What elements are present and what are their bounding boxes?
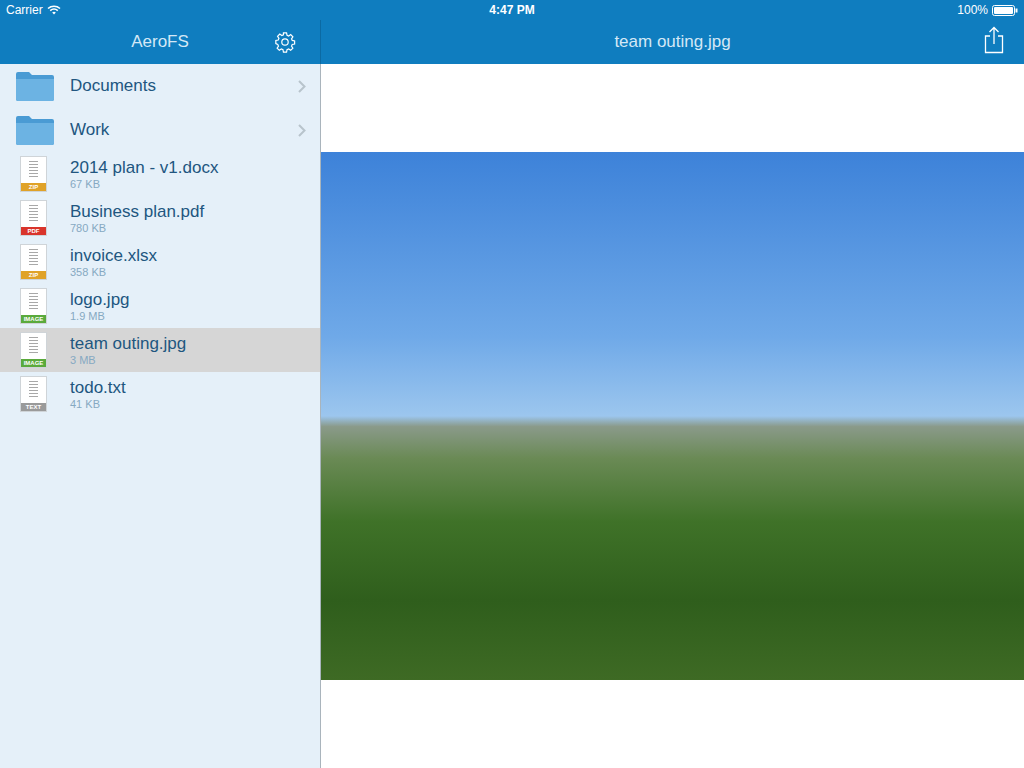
share-icon[interactable] [984,26,1004,54]
file-icon: IMAGE [20,288,47,324]
file-size: 41 KB [70,398,306,411]
file-name: logo.jpg [70,290,306,310]
viewer-title: team outing.jpg [614,32,730,52]
file-type-badge: IMAGE [21,315,46,323]
app-title: AeroFS [131,32,189,52]
sidebar-header: AeroFS [0,20,321,64]
file-size: 358 KB [70,266,306,279]
folder-icon [15,70,55,102]
file-row[interactable]: PDF Business plan.pdf780 KB [0,196,320,240]
nav-bar: AeroFS team outing.jpg [0,20,1024,64]
wifi-icon [47,5,61,15]
viewer-header: team outing.jpg [321,20,1024,64]
chevron-icon [298,80,306,93]
file-size: 67 KB [70,178,306,191]
file-list: Documents Work ZIP 2014 plan - v1.docx67 KB… [0,64,321,768]
file-type-badge: ZIP [21,271,46,279]
file-row[interactable]: Documents [0,64,320,108]
file-icon: PDF [20,200,47,236]
file-row[interactable]: TEXT todo.txt41 KB [0,372,320,416]
file-name: Work [70,120,292,140]
file-icon: ZIP [20,156,47,192]
file-type-badge: PDF [21,227,46,235]
file-type-badge: TEXT [21,403,46,411]
file-size: 1.9 MB [70,310,306,323]
battery-icon [992,5,1018,16]
image-viewer [321,64,1024,768]
file-name: 2014 plan - v1.docx [70,158,306,178]
file-row[interactable]: IMAGE logo.jpg1.9 MB [0,284,320,328]
clock: 4:47 PM [489,3,534,17]
file-type-badge: ZIP [21,183,46,191]
gear-icon[interactable] [274,31,296,53]
main: Documents Work ZIP 2014 plan - v1.docx67 KB… [0,64,1024,768]
file-name: invoice.xlsx [70,246,306,266]
battery-label: 100% [957,3,988,17]
file-name: todo.txt [70,378,306,398]
file-row[interactable]: ZIP invoice.xlsx358 KB [0,240,320,284]
app: Carrier4:47 PM100%AeroFSteam outing.jpgD… [0,0,1024,768]
file-size: 780 KB [70,222,306,235]
chevron-icon [298,124,306,137]
file-row[interactable]: Work [0,108,320,152]
carrier-label: Carrier [6,3,43,17]
file-name: team outing.jpg [70,334,306,354]
file-icon: IMAGE [20,332,47,368]
file-icon: ZIP [20,244,47,280]
photo [321,152,1024,680]
file-row[interactable]: ZIP 2014 plan - v1.docx67 KB [0,152,320,196]
file-name: Business plan.pdf [70,202,306,222]
folder-icon [15,114,55,146]
file-size: 3 MB [70,354,306,367]
file-name: Documents [70,76,292,96]
file-icon: TEXT [20,376,47,412]
file-type-badge: IMAGE [21,359,46,367]
file-row[interactable]: IMAGE team outing.jpg3 MB [0,328,320,372]
status-bar: Carrier 4:47 PM 100% [0,0,1024,20]
